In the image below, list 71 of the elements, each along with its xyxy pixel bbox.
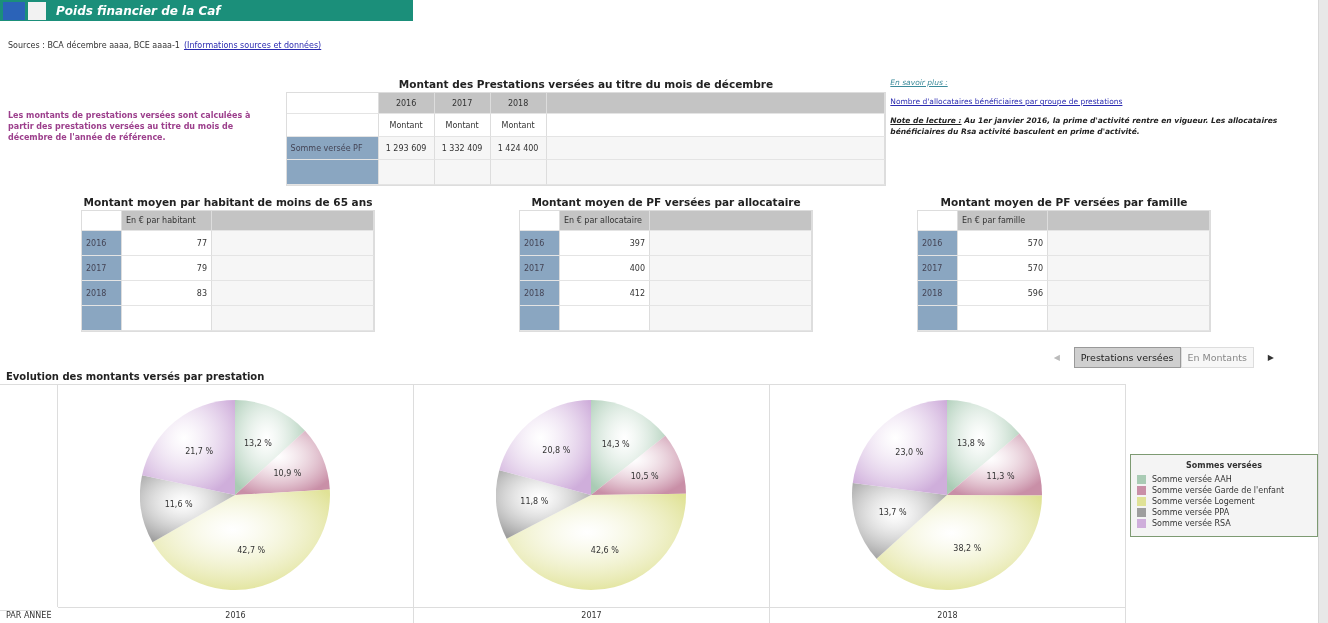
slice-label: 20,8 % [541,445,570,455]
table-cell: 400 [560,256,650,282]
year-label: 2016 [58,607,414,623]
legend-title: Sommes versées [1185,461,1263,470]
table-cell: 570 [958,231,1048,257]
column-header: 2016 [378,93,435,115]
row-header: 2018 [520,281,560,307]
year-label: 2017 [414,607,770,623]
row-header: 2018 [82,281,122,307]
table-title: Montant moyen de PF versées par famille [940,196,1188,209]
table-title: Montant moyen de PF versées par allocataire [531,196,801,209]
legend-label: Somme versée PPA [1152,508,1230,517]
section-title: Evolution des montants versés par prestation [6,371,266,382]
column-header: En € par famille [958,211,1048,232]
legend-label: Somme versée Logement [1152,497,1255,506]
logo-icon [28,1,46,20]
slice-label: 11,3 % [986,471,1015,481]
slice-label: 10,9 % [273,468,301,478]
year-label: 2018 [770,607,1126,623]
slice-label: 21,7 % [184,446,213,456]
slice-label: 11,6 % [164,499,193,509]
slice-label: 13,2 % [243,438,272,448]
legend-label: Somme versée RSA [1152,519,1231,528]
sources-link[interactable]: (Informations sources et données) [183,41,322,51]
logo-icon [3,1,25,20]
column-header: 2018 [490,93,547,115]
table-cell: 79 [122,256,212,282]
table-cell: 1 332 409 [434,137,491,161]
column-header: Montant [490,114,547,138]
note-text: Les montants de prestations versées sont calculées à partir des prestations versées au titre du mois de décembre de l'année de référence. [8,110,252,145]
slice-label: 11,8 % [519,497,548,507]
table-cell: 397 [560,231,650,257]
table-cell: 596 [958,281,1048,307]
sources-text: Sources : BCA décembre aaaa, BCE aaaa-1 [8,41,180,51]
row-header: 2017 [918,256,958,282]
scroll-right-arrow[interactable]: ▶ [1259,353,1282,362]
slice-label: 13,7 % [878,508,907,518]
table-title: Montant des Prestations versées au titre du mois de décembre [398,78,774,91]
table-cell: 83 [122,281,212,307]
slice-label: 38,2 % [952,544,981,554]
slice-label: 42,6 % [590,546,619,556]
page-title: Poids financier de la Caf [56,3,221,18]
row-header: 2016 [82,231,122,257]
legend-label: Somme versée Garde de l'enfant [1152,486,1285,495]
slice-label: 10,5 % [630,471,659,481]
row-header: Somme versée PF [286,137,379,161]
slice-label: 23,0 % [894,448,923,458]
legend-label: Somme versée AAH [1152,475,1232,484]
column-header: En € par allocataire [560,211,650,232]
row-label: PAR ANNEE [0,610,52,620]
column-header: Montant [378,114,435,138]
column-header: En € par habitant [122,211,212,232]
column-header: Montant [434,114,491,138]
table-cell: 1 293 609 [378,137,435,161]
scrollbar[interactable] [1318,0,1328,623]
table-cell: 77 [122,231,212,257]
column-header: 2017 [434,93,491,115]
table-cell: 1 424 400 [490,137,547,161]
slice-label: 42,7 % [236,545,265,555]
slice-label: 14,3 % [601,439,630,449]
row-header: 2017 [520,256,560,282]
tab[interactable]: Prestations versées [1073,347,1181,368]
row-header: 2017 [82,256,122,282]
row-header: 2016 [520,231,560,257]
slice-label: 13,8 % [956,439,985,449]
row-header: 2018 [918,281,958,307]
tab[interactable]: En Montants [1180,347,1254,368]
table-cell: 570 [958,256,1048,282]
table-title: Montant moyen par habitant de moins de 65 ans [83,196,373,209]
row-header: 2016 [918,231,958,257]
table-cell: 412 [560,281,650,307]
